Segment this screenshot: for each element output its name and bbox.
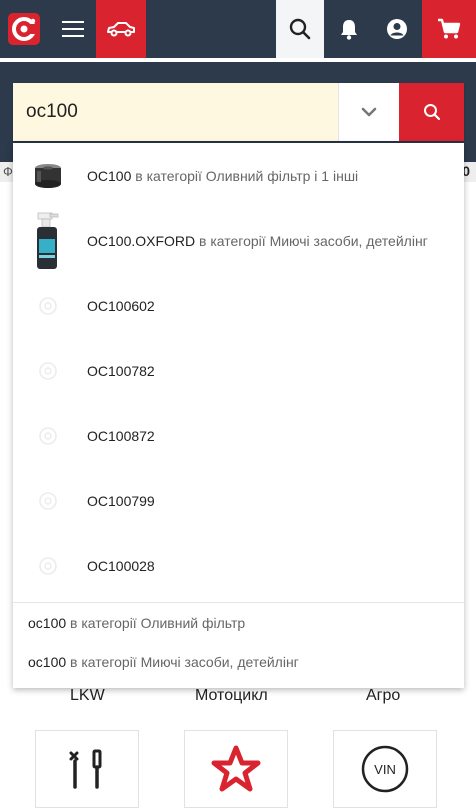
suggestion-code: OC100028 xyxy=(87,557,155,574)
top-navbar xyxy=(0,0,476,58)
notifications-button[interactable] xyxy=(326,0,372,58)
suggestion-item[interactable]: OC100602 xyxy=(13,273,464,338)
menu-button[interactable] xyxy=(50,0,96,58)
search-submit-button[interactable] xyxy=(399,83,464,141)
suggestion-code: OC100 xyxy=(87,167,132,184)
search-bar xyxy=(13,83,464,141)
suggestion-category: в категорії Миючі засоби, детейлінг xyxy=(199,232,428,249)
logo-icon xyxy=(8,13,40,45)
vin-badge-text: VIN xyxy=(374,762,396,777)
search-suggestions-dropdown: OC100 в категорії Оливний фільтр і 1 інш… xyxy=(13,143,464,688)
suggestion-item[interactable]: OC100782 xyxy=(13,338,464,403)
bell-icon xyxy=(341,20,357,40)
suggestion-item[interactable]: OC100872 xyxy=(13,403,464,468)
category-tile-lkw[interactable] xyxy=(35,730,139,808)
search-input[interactable] xyxy=(13,83,339,141)
search-scope-dropdown[interactable] xyxy=(338,83,400,141)
suggestion-item[interactable]: OC100028 xyxy=(13,533,464,598)
suggestion-item[interactable]: OC100 в категорії Оливний фільтр і 1 інш… xyxy=(13,143,464,208)
suggestion-code: OC100.OXFORD xyxy=(87,232,196,249)
placeholder-icon xyxy=(26,403,70,468)
strip-left-text: Ф xyxy=(3,164,13,179)
category-label-agro[interactable]: Агро xyxy=(366,687,400,705)
hamburger-icon xyxy=(62,21,84,37)
vin-icon: VIN xyxy=(361,745,409,793)
user-icon xyxy=(387,19,407,39)
search-icon xyxy=(289,18,311,40)
cart-button[interactable] xyxy=(422,0,476,58)
oil-filter-photo xyxy=(26,143,70,208)
category-label-lkw[interactable]: LKW xyxy=(70,687,105,705)
category-suggestion-query: oc100 xyxy=(28,615,67,631)
suggestion-category: в категорії Оливний фільтр і 1 інші xyxy=(135,167,359,184)
suggestions-divider xyxy=(13,602,464,603)
category-suggestion-text: в категорії Оливний фільтр xyxy=(70,615,246,631)
search-icon xyxy=(423,104,440,121)
category-tile-agro[interactable]: VIN xyxy=(333,730,437,808)
tools-icon xyxy=(69,749,102,789)
category-suggestion-query: oc100 xyxy=(28,654,67,670)
category-suggestion-item[interactable]: oc100 в категорії Миючі засоби, детейлін… xyxy=(28,654,299,670)
star-icon xyxy=(211,745,261,792)
suggestion-code: OC100602 xyxy=(87,297,155,314)
suggestion-item[interactable]: OC100799 xyxy=(13,468,464,533)
chevron-down-icon xyxy=(361,107,377,117)
search-toggle-button[interactable] xyxy=(276,0,324,58)
category-label-moto[interactable]: Мотоцикл xyxy=(195,687,268,705)
placeholder-icon xyxy=(26,338,70,403)
suggestion-code: OC100872 xyxy=(87,427,155,444)
suggestion-item[interactable]: OC100.OXFORD в категорії Миючі засоби, д… xyxy=(13,208,464,273)
account-button[interactable] xyxy=(374,0,420,58)
suggestion-code: OC100782 xyxy=(87,362,155,379)
site-logo[interactable] xyxy=(0,0,48,58)
placeholder-icon xyxy=(26,533,70,598)
category-suggestion-item[interactable]: oc100 в категорії Оливний фільтр xyxy=(28,615,245,631)
cart-icon xyxy=(438,18,461,39)
category-suggestion-text: в категорії Миючі засоби, детейлінг xyxy=(70,654,299,670)
spray-bottle-photo xyxy=(26,208,70,273)
suggestion-code: OC100799 xyxy=(87,492,155,509)
placeholder-icon xyxy=(26,468,70,533)
category-tile-moto[interactable] xyxy=(184,730,288,808)
placeholder-icon xyxy=(26,273,70,338)
car-selector-button[interactable] xyxy=(96,0,146,58)
car-icon xyxy=(107,22,135,37)
